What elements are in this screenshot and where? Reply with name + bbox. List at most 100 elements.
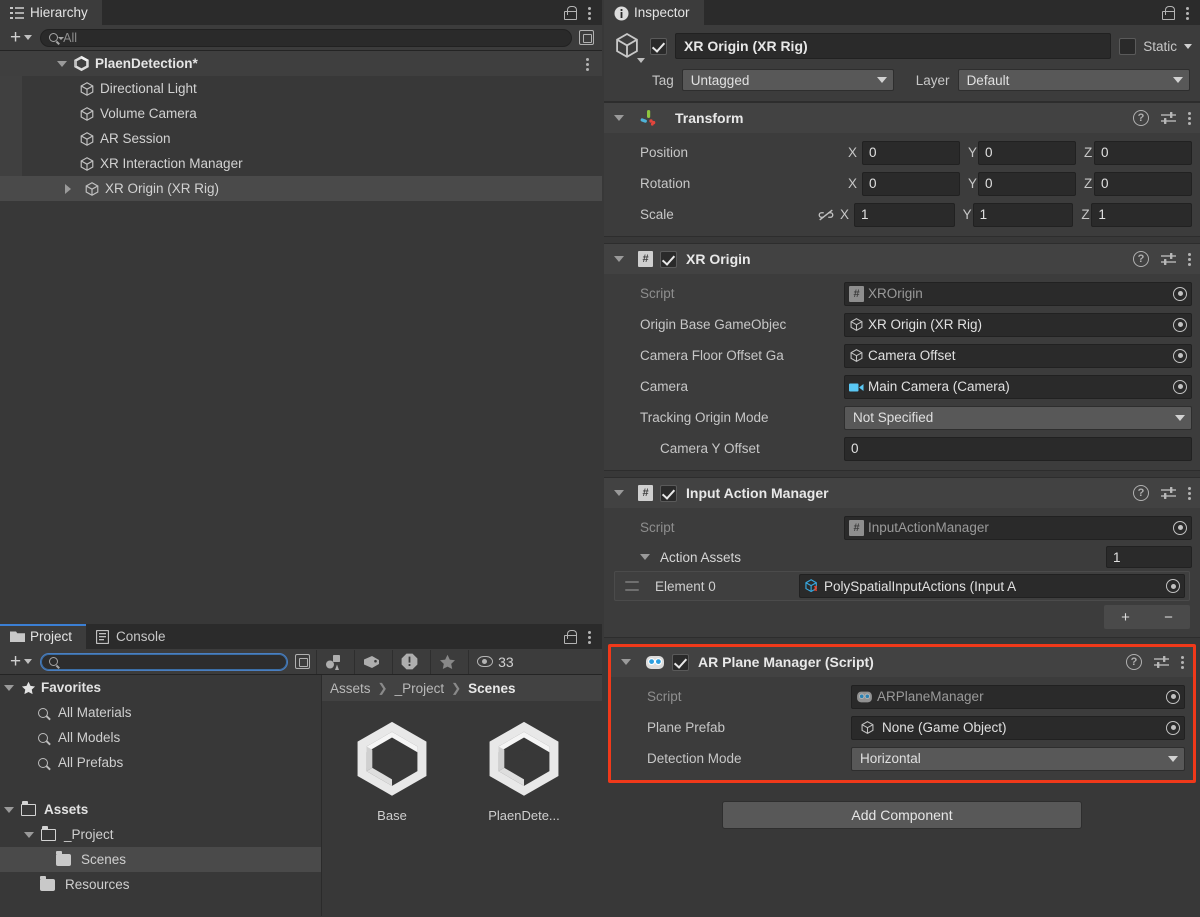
object-picker-button[interactable] xyxy=(1162,575,1184,597)
add-component-button[interactable]: Add Component xyxy=(722,801,1082,829)
action-assets-element-0[interactable]: Element 0 PolySpatialInputActions (Input… xyxy=(614,571,1190,601)
chevron-down-icon[interactable] xyxy=(24,831,34,838)
constrain-proportions-toggle[interactable] xyxy=(816,208,836,222)
chevron-down-icon[interactable] xyxy=(637,58,645,63)
project-tree-all-prefabs[interactable]: All Prefabs xyxy=(0,750,321,775)
chevron-down-icon[interactable] xyxy=(4,806,14,813)
asset-item-plaendetection[interactable]: PlaenDete... xyxy=(472,717,576,823)
position-y-input[interactable]: 0 xyxy=(978,140,1076,165)
component-menu-icon[interactable] xyxy=(1188,251,1192,267)
project-tree-favorites[interactable]: Favorites xyxy=(0,675,321,700)
hierarchy-item-directional-light[interactable]: Directional Light xyxy=(0,76,602,101)
tab-console[interactable]: Console xyxy=(86,624,180,649)
camera-floor-offset-field[interactable]: Camera Offset xyxy=(844,343,1192,368)
project-tree-all-materials[interactable]: All Materials xyxy=(0,700,321,725)
chevron-down-icon[interactable] xyxy=(1184,43,1192,49)
tracking-origin-mode-dropdown[interactable]: Not Specified xyxy=(844,405,1192,430)
scale-y-input[interactable]: 1 xyxy=(972,202,1074,227)
object-picker-button[interactable] xyxy=(1169,516,1191,539)
help-icon[interactable]: ? xyxy=(1133,110,1149,126)
chevron-down-icon[interactable] xyxy=(614,490,624,496)
origin-base-field[interactable]: XR Origin (XR Rig) xyxy=(844,312,1192,337)
rotation-z-input[interactable]: 0 xyxy=(1094,171,1192,196)
tab-hierarchy[interactable]: Hierarchy xyxy=(0,0,102,25)
object-picker-button[interactable] xyxy=(1162,716,1184,739)
object-picker-button[interactable] xyxy=(1169,313,1191,336)
visible-count-indicator[interactable]: 33 xyxy=(468,649,522,674)
help-icon[interactable]: ? xyxy=(1126,654,1142,670)
component-menu-icon[interactable] xyxy=(1188,485,1192,501)
component-ar-plane-manager-header[interactable]: AR Plane Manager (Script) ? xyxy=(611,647,1193,677)
favorite-filter-icon[interactable] xyxy=(430,649,464,674)
object-picker-button[interactable] xyxy=(1169,282,1191,305)
component-menu-icon[interactable] xyxy=(1181,654,1185,670)
scale-x-input[interactable]: 1 xyxy=(854,202,955,227)
tag-dropdown[interactable]: Untagged xyxy=(681,69,894,91)
component-enabled-checkbox[interactable] xyxy=(660,484,677,502)
project-tree-assets[interactable]: Assets xyxy=(0,797,321,822)
lock-icon[interactable] xyxy=(563,5,577,20)
rotation-x-input[interactable]: 0 xyxy=(862,171,960,196)
component-input-action-manager-header[interactable]: # Input Action Manager ? xyxy=(604,478,1200,508)
object-picker-button[interactable] xyxy=(1162,685,1184,708)
help-icon[interactable]: ? xyxy=(1133,485,1149,501)
project-tree-resources[interactable]: Resources xyxy=(0,872,321,897)
create-gameobject-button[interactable]: + xyxy=(6,28,36,47)
chevron-down-icon[interactable] xyxy=(57,60,67,67)
project-tree-_project[interactable]: _Project xyxy=(0,822,321,847)
breadcrumb-scenes[interactable]: Scenes xyxy=(468,681,515,696)
chevron-down-icon[interactable] xyxy=(640,554,650,560)
detection-mode-dropdown[interactable]: Horizontal xyxy=(851,746,1185,771)
gameobject-name-input[interactable]: XR Origin (XR Rig) xyxy=(675,33,1112,59)
component-transform-header[interactable]: Transform ? xyxy=(604,103,1200,133)
project-tree-scenes[interactable]: Scenes xyxy=(0,847,321,872)
position-z-input[interactable]: 0 xyxy=(1094,140,1192,165)
script-field[interactable]: ARPlaneManager xyxy=(851,684,1185,709)
preset-icon[interactable] xyxy=(1160,252,1177,266)
array-remove-button[interactable]: − xyxy=(1164,609,1173,626)
asset-type-filter-icon[interactable] xyxy=(316,649,350,674)
layer-dropdown[interactable]: Default xyxy=(957,69,1190,91)
position-x-input[interactable]: 0 xyxy=(862,140,960,165)
breadcrumb-_project[interactable]: _Project xyxy=(395,681,445,696)
object-picker-button[interactable] xyxy=(1169,344,1191,367)
script-field[interactable]: # InputActionManager xyxy=(844,515,1192,540)
hierarchy-item-xr-origin[interactable]: XR Origin (XR Rig) xyxy=(0,176,602,201)
array-add-button[interactable]: + xyxy=(1121,609,1130,626)
hierarchy-search-input[interactable]: All xyxy=(40,28,572,47)
preset-icon[interactable] xyxy=(1160,111,1177,125)
gameobject-enabled-checkbox[interactable] xyxy=(650,37,667,55)
create-asset-button[interactable]: + xyxy=(6,652,36,671)
asset-item-base[interactable]: Base xyxy=(340,717,444,823)
project-tree-all-models[interactable]: All Models xyxy=(0,725,321,750)
label-filter-icon[interactable] xyxy=(354,649,388,674)
hierarchy-popout-button[interactable] xyxy=(576,29,596,47)
chevron-right-icon[interactable] xyxy=(65,183,71,194)
hierarchy-scene-row[interactable]: PlaenDetection* xyxy=(0,51,602,76)
lock-icon[interactable] xyxy=(1161,5,1175,20)
camera-field[interactable]: Main Camera (Camera) xyxy=(844,374,1192,399)
scene-menu-icon[interactable] xyxy=(586,56,590,72)
element-0-field[interactable]: PolySpatialInputActions (Input A xyxy=(799,574,1185,598)
scale-z-input[interactable]: 1 xyxy=(1091,202,1193,227)
project-popout-button[interactable] xyxy=(292,653,312,671)
preset-icon[interactable] xyxy=(1153,655,1170,669)
hierarchy-item-ar-session[interactable]: AR Session xyxy=(0,126,602,151)
static-checkbox[interactable] xyxy=(1119,37,1137,55)
chevron-down-icon[interactable] xyxy=(621,659,631,665)
project-search-input[interactable] xyxy=(40,652,289,671)
preset-icon[interactable] xyxy=(1160,486,1177,500)
component-enabled-checkbox[interactable] xyxy=(660,250,677,268)
chevron-down-icon[interactable] xyxy=(4,684,14,691)
hierarchy-item-xr-interaction-manager[interactable]: XR Interaction Manager xyxy=(0,151,602,176)
breadcrumb-assets[interactable]: Assets xyxy=(330,681,371,696)
hierarchy-menu-icon[interactable] xyxy=(588,5,592,21)
hierarchy-item-volume-camera[interactable]: Volume Camera xyxy=(0,101,602,126)
inspector-menu-icon[interactable] xyxy=(1186,5,1190,21)
tab-project[interactable]: Project xyxy=(0,624,87,649)
action-assets-array-header[interactable]: Action Assets 1 xyxy=(612,543,1192,571)
project-menu-icon[interactable] xyxy=(588,629,592,645)
tab-inspector[interactable]: Inspector xyxy=(604,0,704,25)
script-field[interactable]: # XROrigin xyxy=(844,281,1192,306)
lock-icon[interactable] xyxy=(563,629,577,644)
